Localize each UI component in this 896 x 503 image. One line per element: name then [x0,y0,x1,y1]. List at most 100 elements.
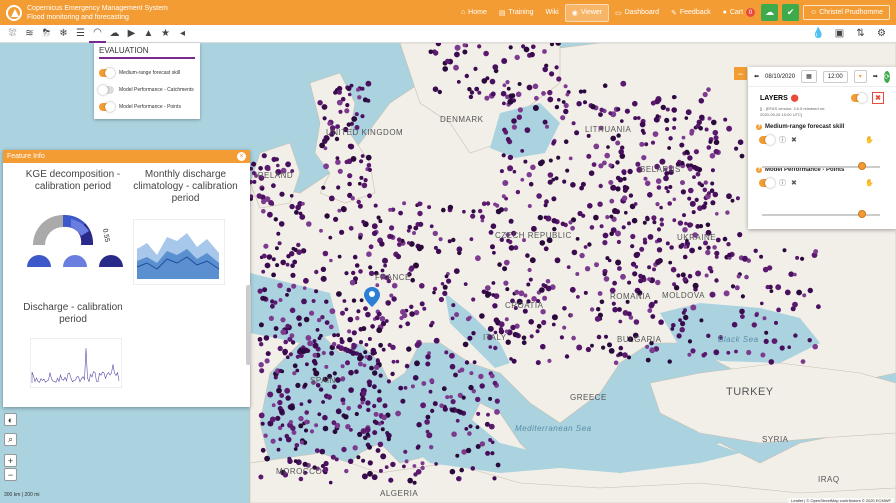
station-point[interactable] [612,280,617,286]
station-point[interactable] [655,279,661,286]
station-point[interactable] [432,230,438,237]
station-point[interactable] [539,159,545,165]
station-point[interactable] [266,254,273,260]
station-point[interactable] [511,124,517,130]
station-point[interactable] [412,375,419,381]
station-point[interactable] [620,273,626,280]
station-point[interactable] [668,260,673,265]
station-point[interactable] [400,398,406,404]
station-point[interactable] [598,163,604,169]
station-point[interactable] [302,286,307,290]
station-point[interactable] [294,210,299,215]
station-point[interactable] [277,345,283,352]
nav-cart[interactable]: ● Cart 0 [717,0,761,25]
station-point[interactable] [569,313,574,318]
station-point[interactable] [503,129,509,135]
station-point[interactable] [481,289,487,295]
station-point[interactable] [361,219,366,224]
station-point[interactable] [346,122,351,127]
station-point[interactable] [713,135,719,141]
station-point[interactable] [345,424,351,430]
station-point[interactable] [289,251,295,257]
station-point[interactable] [599,299,605,305]
station-point[interactable] [576,344,583,351]
station-point[interactable] [378,219,383,224]
station-point[interactable] [483,50,489,57]
station-point[interactable] [345,103,350,108]
station-point[interactable] [677,220,684,226]
station-point[interactable] [271,183,276,189]
station-point[interactable] [609,214,614,219]
station-point[interactable] [290,272,296,278]
station-point[interactable] [739,153,745,159]
drop-icon[interactable]: 💧 [810,25,827,43]
station-point[interactable] [276,447,281,452]
station-point[interactable] [527,204,532,208]
station-point[interactable] [491,293,496,297]
station-point[interactable] [599,107,604,113]
station-point[interactable] [710,168,715,173]
station-point[interactable] [398,210,403,216]
station-point[interactable] [442,66,449,72]
station-point[interactable] [453,268,460,274]
station-point[interactable] [706,333,711,338]
station-point[interactable] [384,465,389,469]
station-point[interactable] [536,193,542,199]
station-point[interactable] [469,237,474,242]
station-point[interactable] [344,271,349,276]
station-point[interactable] [589,225,595,230]
station-point[interactable] [477,44,482,49]
station-point[interactable] [464,427,469,431]
station-point[interactable] [361,182,368,189]
station-point[interactable] [456,80,461,84]
station-point[interactable] [816,304,821,310]
station-point[interactable] [606,145,610,149]
station-point[interactable] [542,119,548,125]
station-point[interactable] [344,347,351,354]
station-point[interactable] [339,337,344,341]
station-point[interactable] [258,412,265,419]
station-point[interactable] [672,197,677,202]
station-point[interactable] [366,407,371,413]
station-point[interactable] [375,359,380,364]
station-point[interactable] [349,279,356,286]
station-point[interactable] [314,448,320,453]
station-point[interactable] [271,257,276,262]
station-point[interactable] [295,368,300,373]
station-point[interactable] [545,124,549,129]
station-point[interactable] [324,213,330,219]
station-point[interactable] [358,235,363,240]
station-point[interactable] [484,285,491,291]
station-point[interactable] [476,411,481,416]
eval-item-catchments[interactable]: Model Performance - Catchments [98,81,195,98]
station-point[interactable] [609,198,615,204]
station-point[interactable] [312,339,317,344]
station-point[interactable] [357,95,362,100]
station-point[interactable] [321,185,326,190]
station-point[interactable] [370,324,375,329]
station-point[interactable] [251,161,257,167]
station-point[interactable] [322,250,329,257]
remove-icon[interactable]: ✖ [791,136,797,144]
station-point[interactable] [350,196,355,201]
station-point[interactable] [495,462,501,468]
station-point[interactable] [440,282,445,286]
station-point[interactable] [450,316,455,321]
station-point[interactable] [613,360,619,366]
station-point[interactable] [775,284,782,291]
station-point[interactable] [693,165,700,172]
station-point[interactable] [303,277,309,284]
station-point[interactable] [647,308,653,313]
station-point[interactable] [359,175,364,180]
station-point[interactable] [782,248,787,253]
station-point[interactable] [645,216,650,222]
station-point[interactable] [620,119,624,123]
station-point[interactable] [280,317,286,323]
station-point[interactable] [631,217,638,224]
station-point[interactable] [332,333,337,338]
station-point[interactable] [366,98,371,103]
station-point[interactable] [689,247,695,254]
station-point[interactable] [289,194,294,198]
station-point[interactable] [639,121,646,128]
station-point[interactable] [727,252,732,258]
